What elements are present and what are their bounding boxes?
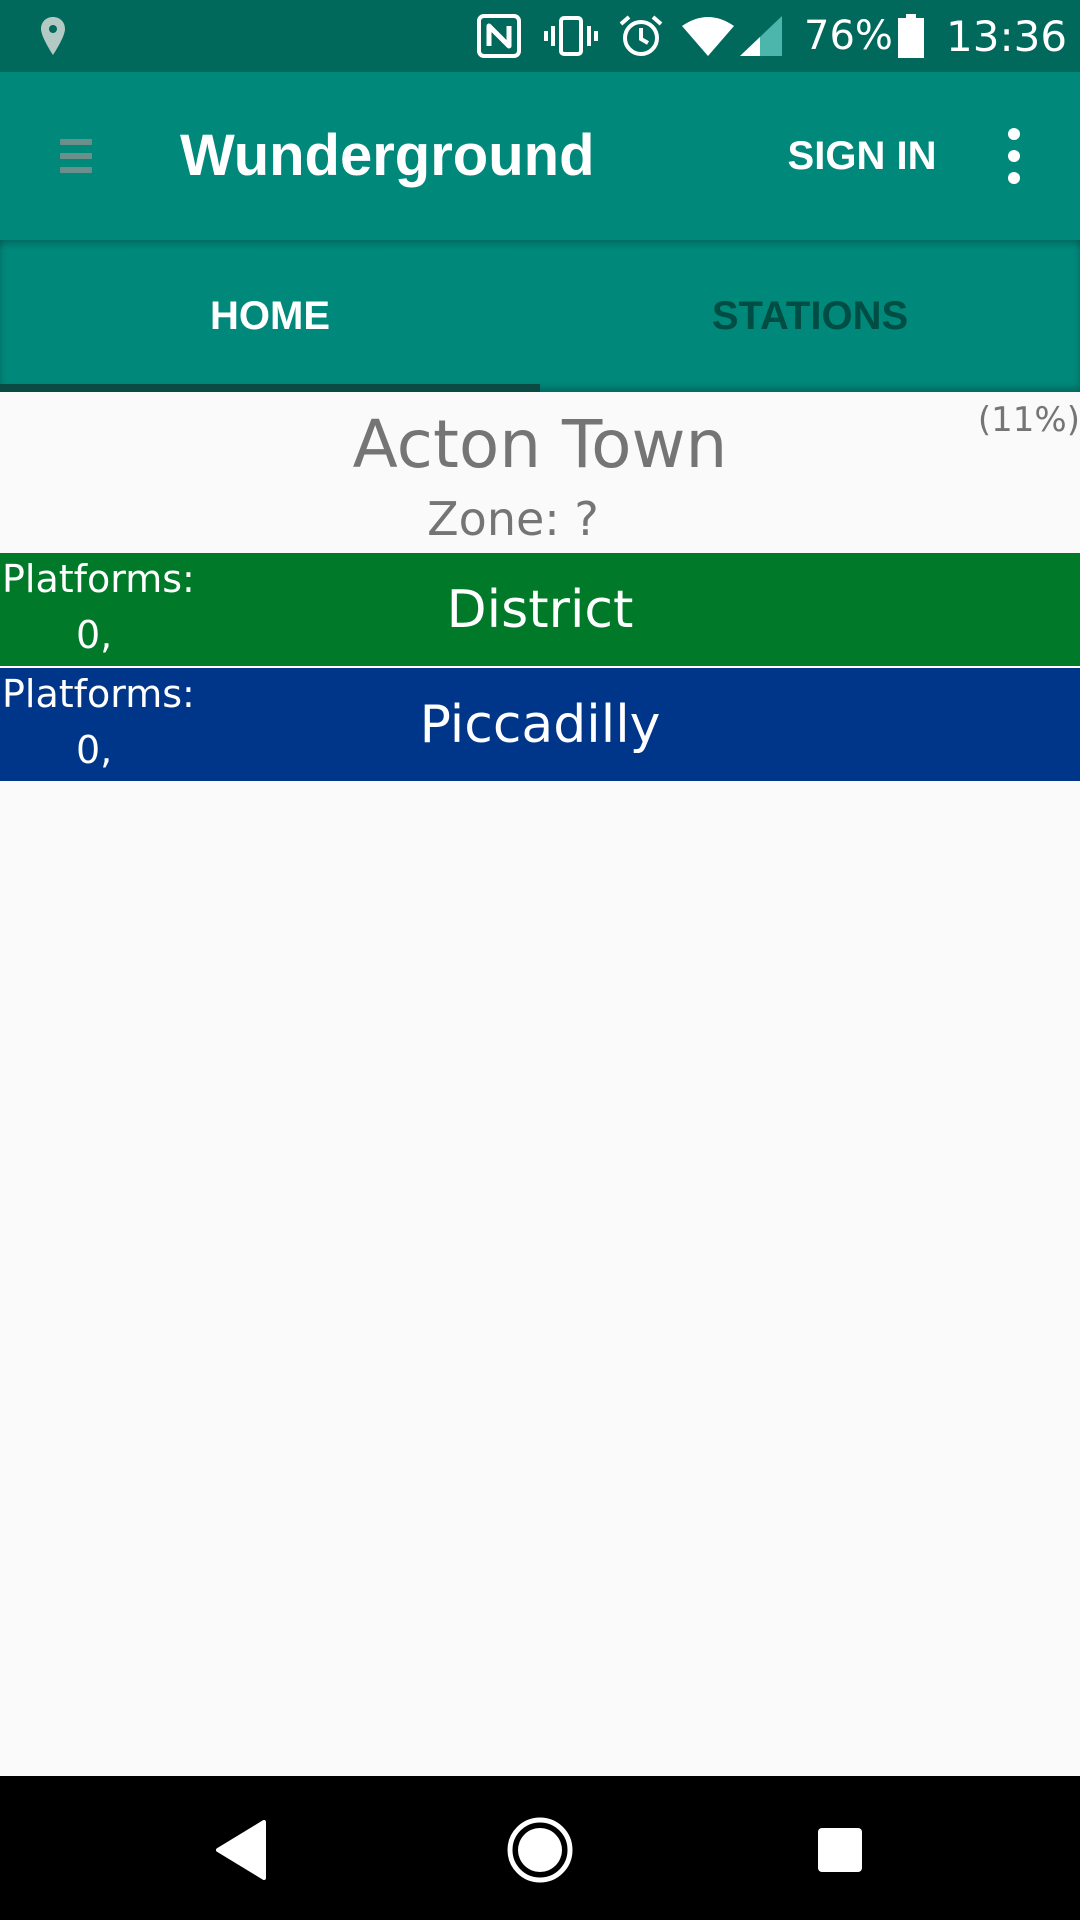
tab-bar: HOME STATIONS [0,240,1080,392]
station-zone: Zone: ? [427,492,599,546]
vibrate-icon [542,0,600,72]
alarm-icon [617,0,665,72]
battery-percent: 76% [804,13,893,59]
tab-stations[interactable]: STATIONS [540,240,1080,392]
navigation-bar [0,1776,1080,1920]
status-bar: 76% 13:36 [0,0,1080,72]
clock-time: 13:36 [946,11,1068,61]
station-name: Acton Town [352,406,728,483]
nfc-icon [475,0,523,72]
back-icon[interactable] [202,1812,282,1888]
wifi-icon [680,0,736,72]
cell-signal-icon [738,0,784,72]
sign-in-button[interactable]: SIGN IN [774,132,950,180]
recents-icon[interactable] [800,1812,880,1888]
app-title: Wunderground [180,123,595,188]
line-name: Piccadilly [419,694,661,755]
line-row-district[interactable]: Platforms: 0, District [0,553,1080,666]
line-name: District [446,579,634,640]
location-icon [36,0,70,72]
home-content: (11%) Acton Town Zone: ? Platforms: 0, D… [0,392,1080,1776]
tab-home[interactable]: HOME [0,240,540,392]
line-row-piccadilly[interactable]: Platforms: 0, Piccadilly [0,668,1080,781]
more-vert-icon[interactable] [996,124,1032,188]
app-toolbar: Wunderground SIGN IN [0,72,1080,240]
hamburger-menu-icon[interactable] [40,124,112,188]
home-icon[interactable] [500,1812,580,1888]
battery-icon [896,0,926,72]
tab-selected-indicator [0,384,540,392]
